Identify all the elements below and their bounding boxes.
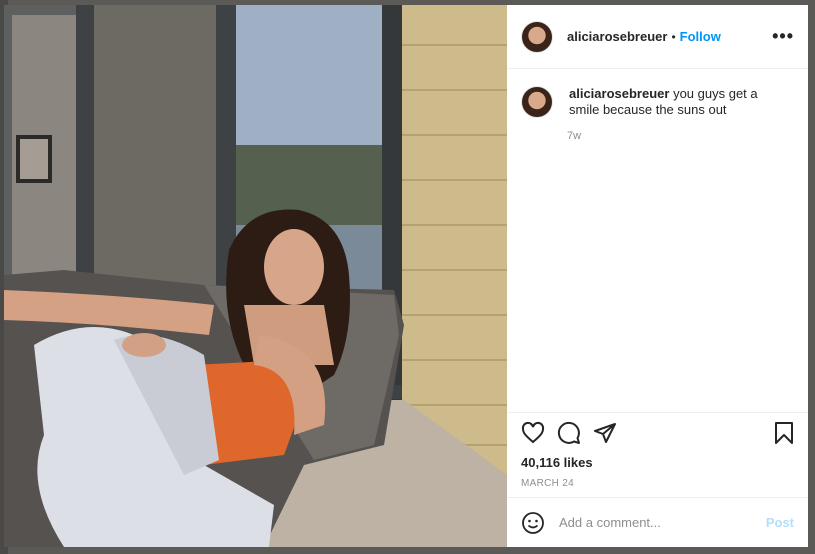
comment-input[interactable] bbox=[557, 514, 756, 531]
comment-icon[interactable] bbox=[557, 421, 581, 445]
post-sidebar: aliciarosebreuer • Follow ••• aliciarose… bbox=[507, 5, 808, 547]
emoji-icon[interactable] bbox=[521, 511, 545, 535]
caption-time[interactable]: 7w bbox=[567, 130, 794, 142]
post-date[interactable]: MARCH 24 bbox=[507, 478, 808, 489]
caption: aliciarosebreuer you guys get a smile be… bbox=[569, 86, 789, 118]
caption-username[interactable]: aliciarosebreuer bbox=[569, 86, 669, 101]
separator-dot: • bbox=[671, 29, 676, 44]
share-icon[interactable] bbox=[593, 421, 617, 445]
post-modal: aliciarosebreuer • Follow ••• aliciarose… bbox=[4, 5, 808, 547]
likes-count[interactable]: 40,116 likes bbox=[507, 455, 808, 470]
post-comment-button[interactable]: Post bbox=[766, 515, 794, 530]
caption-avatar[interactable] bbox=[521, 86, 553, 118]
photo-illustration bbox=[4, 5, 507, 547]
follow-button[interactable]: Follow bbox=[680, 29, 721, 44]
more-options-icon[interactable]: ••• bbox=[772, 26, 794, 47]
actions-section: 40,116 likes MARCH 24 bbox=[507, 412, 808, 489]
avatar[interactable] bbox=[521, 20, 553, 53]
username-link[interactable]: aliciarosebreuer bbox=[567, 29, 667, 44]
heart-icon[interactable] bbox=[521, 421, 545, 445]
post-header: aliciarosebreuer • Follow ••• bbox=[507, 5, 808, 69]
add-comment-bar: Post bbox=[507, 497, 808, 547]
bookmark-icon[interactable] bbox=[772, 421, 796, 445]
action-icons bbox=[507, 413, 808, 453]
caption-row: aliciarosebreuer you guys get a smile be… bbox=[521, 86, 794, 118]
post-photo[interactable] bbox=[4, 5, 507, 547]
comments-section[interactable]: aliciarosebreuer you guys get a smile be… bbox=[507, 70, 808, 410]
